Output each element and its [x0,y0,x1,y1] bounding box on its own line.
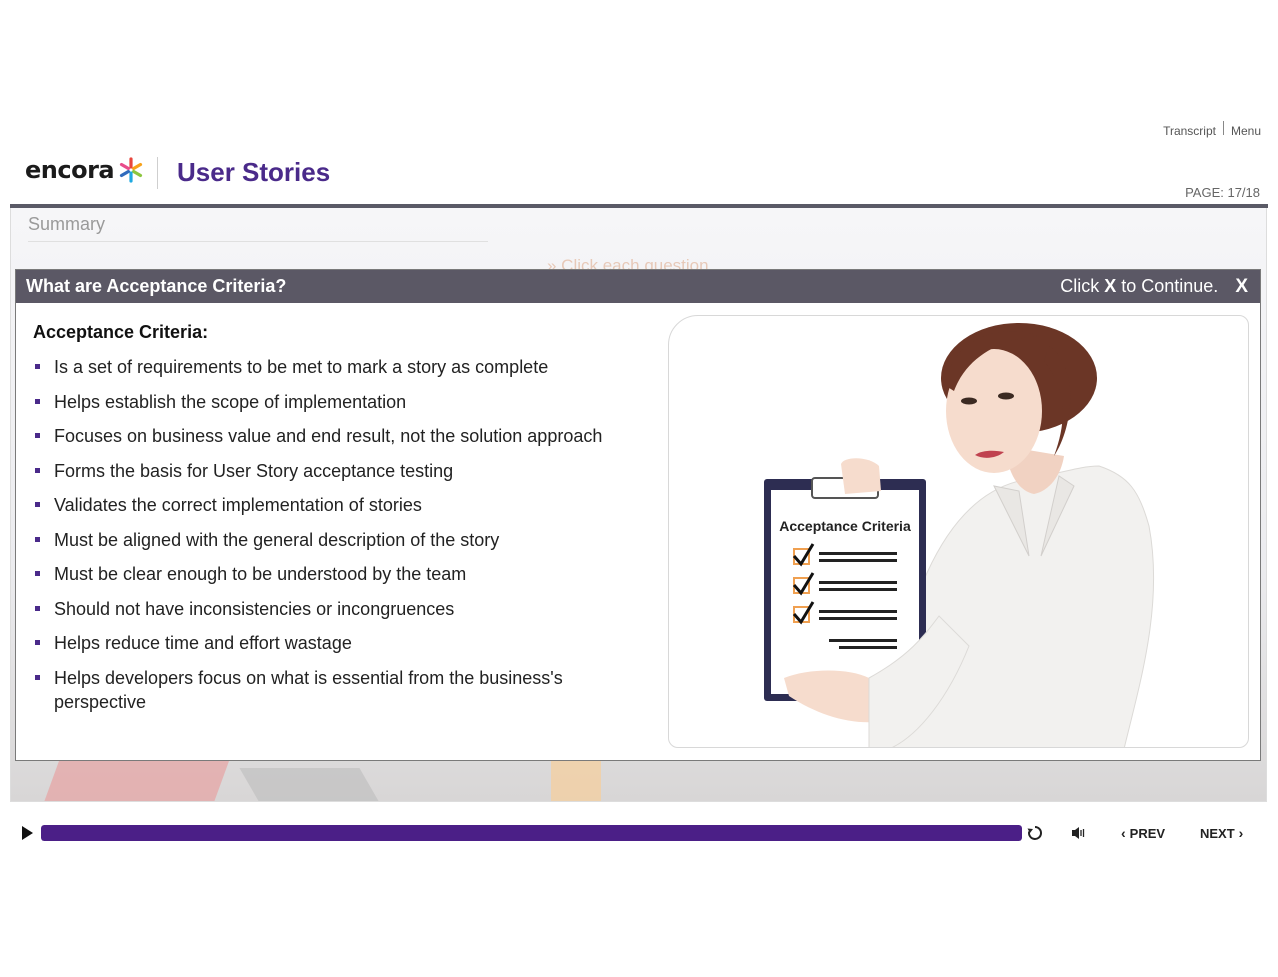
content-heading: Acceptance Criteria: [33,322,209,342]
course-title: User Stories [177,157,331,187]
encora-logo: encora [25,156,144,184]
close-hint-key: X [1104,275,1117,296]
chevron-left-icon: ‹ [1121,825,1126,841]
section-underline [28,241,488,242]
next-label: NEXT [1200,825,1235,841]
list-item: Must be clear enough to be understood by… [33,562,653,586]
list-item: Forms the basis for User Story acceptanc… [33,459,653,483]
list-item: Should not have inconsistencies or incon… [33,597,653,621]
top-links: Transcript Menu [1163,121,1261,138]
list-item: Helps developers focus on what is essent… [33,666,653,714]
criteria-list: Is a set of requirements to be met to ma… [33,355,653,724]
replay-icon[interactable] [1026,824,1044,842]
section-label: Summary [28,214,106,234]
list-item: Must be aligned with the general descrip… [33,528,653,552]
illustration-card: Acceptance Criteria [668,315,1249,748]
popup-title: What are Acceptance Criteria? [26,276,287,296]
prev-label: PREV [1129,825,1166,841]
info-popup: What are Acceptance Criteria? Click X to… [15,269,1261,761]
popup-header: What are Acceptance Criteria? Click X to… [16,270,1260,303]
player-controls: ‹ PREV NEXT › [0,815,1278,851]
list-item: Focuses on business value and end result… [33,424,653,448]
next-button[interactable]: NEXT › [1200,825,1247,841]
woman-with-clipboard-illustration: Acceptance Criteria [764,323,1155,747]
logo-text: encora [25,156,115,184]
logo-star-icon [120,157,143,183]
list-item: Helps reduce time and effort wastage [33,631,653,655]
progress-fill [41,825,1022,841]
top-links-divider [1222,121,1224,135]
clipboard-title: Acceptance Criteria [779,518,911,534]
menu-link[interactable]: Menu [1231,124,1261,138]
close-hint: Click X to Continue. X [1060,276,1248,298]
close-hint-pre: Click [1060,275,1105,296]
progress-bar[interactable] [41,825,1022,841]
volume-icon[interactable] [1070,825,1086,841]
close-hint-post: to Continue. [1116,275,1219,296]
page-indicator: PAGE: 17/18 [1185,185,1260,200]
play-button[interactable] [22,826,33,840]
close-button[interactable]: X [1235,276,1248,297]
background-shape [239,768,383,801]
list-item: Helps establish the scope of implementat… [33,390,653,414]
transcript-link[interactable]: Transcript [1163,124,1216,138]
header-divider [157,157,158,189]
prev-button[interactable]: ‹ PREV [1117,825,1165,841]
list-item: Validates the correct implementation of … [33,493,653,517]
chevron-right-icon: › [1238,825,1244,841]
list-item: Is a set of requirements to be met to ma… [33,355,653,379]
